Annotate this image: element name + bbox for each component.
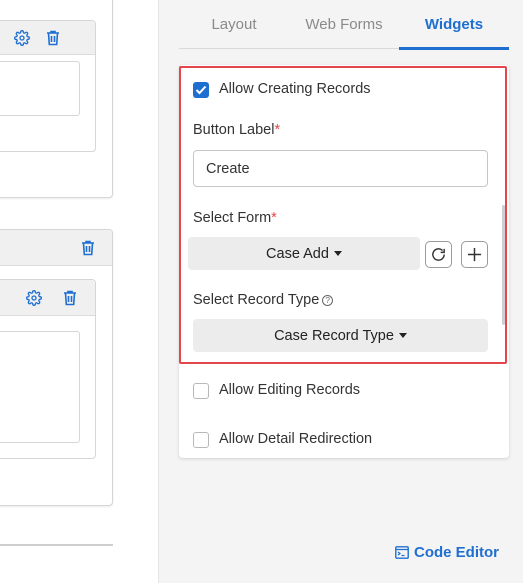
select-form-dropdown[interactable]: Case Add: [188, 237, 420, 270]
allow-editing-checkbox[interactable]: [193, 383, 209, 399]
select-form-value: Case Add: [266, 245, 329, 262]
caret-down-icon: [398, 333, 407, 338]
select-record-type-heading: Select Record Type?: [193, 292, 334, 308]
button-label-heading: Button Label*: [193, 122, 281, 138]
trash-icon[interactable]: [44, 29, 62, 47]
tab-layout[interactable]: Layout: [179, 0, 289, 49]
add-form-button[interactable]: [461, 241, 488, 268]
select-form-heading: Select Form*: [193, 210, 277, 226]
tab-widgets[interactable]: Widgets: [399, 0, 509, 50]
allow-detail-label: Allow Detail Redirection: [219, 431, 373, 447]
allow-editing-label: Allow Editing Records: [219, 382, 361, 398]
tab-bar: Layout Web Forms Widgets: [179, 0, 509, 50]
button-label-input[interactable]: [193, 150, 488, 187]
gear-icon[interactable]: [13, 29, 31, 47]
scrollbar[interactable]: [502, 205, 505, 325]
select-record-type-dropdown[interactable]: Case Record Type: [193, 319, 488, 352]
caret-down-icon: [333, 251, 342, 256]
allow-creating-label: Allow Creating Records: [219, 81, 371, 97]
refresh-icon: [432, 248, 445, 261]
widget-card-header: [0, 280, 95, 316]
refresh-button[interactable]: [425, 241, 452, 268]
widget-card-body: [0, 61, 80, 116]
widget-card-header: [0, 21, 95, 55]
gear-icon[interactable]: [25, 289, 43, 307]
widget-card-body: [0, 331, 80, 443]
section-card-header: [0, 230, 112, 266]
form-canvas: [0, 0, 158, 583]
widget-card[interactable]: [0, 20, 96, 152]
widget-card[interactable]: [0, 279, 96, 459]
divider: [0, 544, 113, 546]
tab-web-forms[interactable]: Web Forms: [289, 0, 399, 49]
code-editor-icon: [395, 546, 409, 559]
plus-icon: [467, 247, 482, 262]
select-record-type-value: Case Record Type: [274, 327, 394, 344]
allow-detail-checkbox[interactable]: [193, 432, 209, 448]
trash-icon[interactable]: [79, 239, 97, 257]
allow-creating-checkbox[interactable]: [193, 82, 209, 98]
checkmark-icon: [195, 85, 207, 95]
help-icon[interactable]: ?: [322, 295, 334, 306]
trash-icon[interactable]: [61, 289, 79, 307]
code-editor-link[interactable]: Code Editor: [395, 544, 499, 561]
code-editor-label: Code Editor: [414, 544, 499, 561]
